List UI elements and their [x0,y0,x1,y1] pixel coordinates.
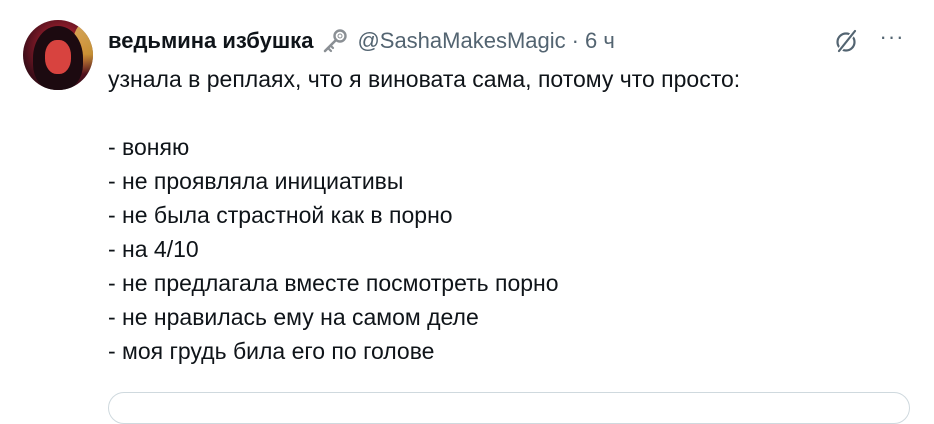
tweet-line: узнала в реплаях, что я виновата сама, п… [108,66,741,92]
more-options-icon[interactable]: ··· [876,26,908,52]
header-separator: · [571,28,579,53]
embedded-card[interactable] [108,392,910,424]
avatar[interactable] [23,20,93,90]
tweet[interactable]: ведьмина избушка @SashaMakesMagic · 6 ч … [0,0,934,424]
grok-slash-icon[interactable] [832,27,860,55]
tweet-line: - не нравилась ему на самом деле [108,304,479,330]
tweet-line: - моя грудь била его по голове [108,338,435,364]
author-handle[interactable]: @SashaMakesMagic [357,28,565,54]
tweet-timestamp[interactable]: 6 ч [585,28,615,54]
avatar-face [45,40,71,74]
tweet-line: - воняю [108,134,190,160]
key-emoji-icon [321,27,349,55]
tweet-header: ведьмина избушка @SashaMakesMagic · 6 ч [108,24,615,58]
tweet-line: - на 4/10 [108,236,199,262]
tweet-line: - не была страстной как в порно [108,202,453,228]
tweet-line: - не проявляла инициативы [108,168,404,194]
tweet-line: - не предлагала вместе посмотреть порно [108,270,559,296]
author-display-name[interactable]: ведьмина избушка [108,28,313,54]
tweet-text: узнала в реплаях, что я виновата сама, п… [108,62,908,368]
